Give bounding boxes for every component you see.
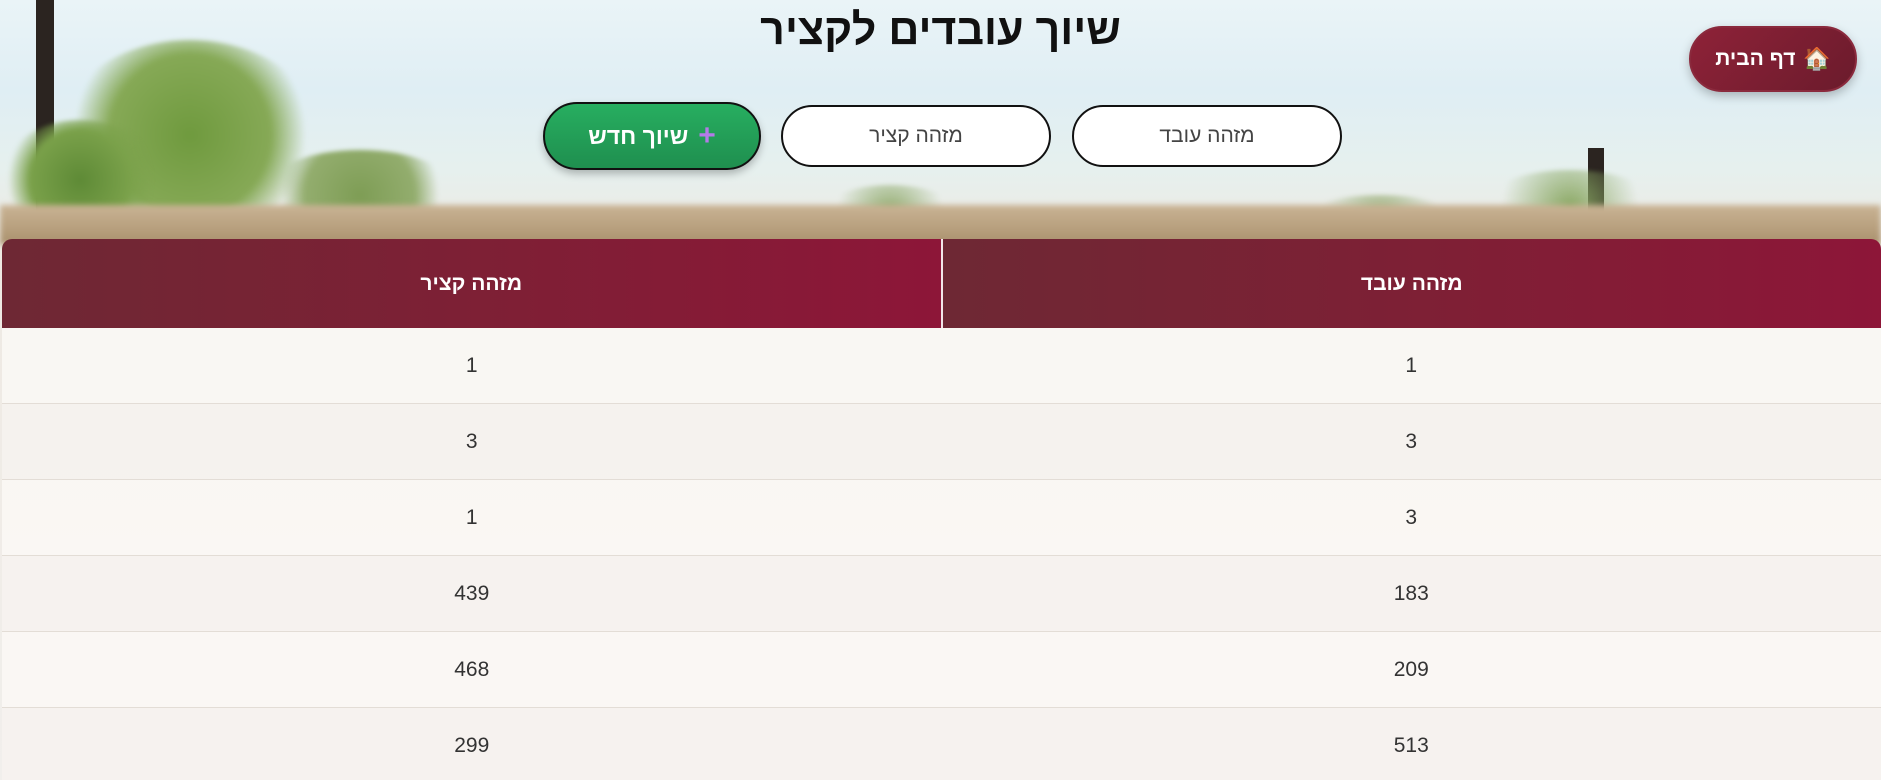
worker-id-cell: 3 <box>941 403 1881 480</box>
worker-id-cell: 183 <box>941 555 1881 632</box>
table-row[interactable]: 3 1 <box>2 479 1881 556</box>
home-button-label: דף הבית <box>1715 47 1796 70</box>
table-row[interactable]: 183 439 <box>2 555 1881 632</box>
assignments-table: מזהה עובד מזהה קציר 1 1 3 3 3 1 183 439 … <box>2 239 1881 780</box>
harvest-id-cell: 3 <box>2 403 942 480</box>
table-row[interactable]: 513 299 <box>2 707 1881 780</box>
table-header-row: מזהה עובד מזהה קציר <box>2 239 1881 328</box>
worker-id-cell: 1 <box>941 328 1881 404</box>
harvest-id-cell: 439 <box>2 555 942 632</box>
home-button[interactable]: 🏠 דף הבית <box>1689 26 1857 92</box>
worker-id-cell: 209 <box>941 631 1881 708</box>
new-assignment-button[interactable]: + שיוך חדש <box>543 102 761 170</box>
worker-id-cell: 513 <box>941 707 1881 780</box>
table-row[interactable]: 1 1 <box>2 328 1881 404</box>
harvest-id-cell: 468 <box>2 631 942 708</box>
table-row[interactable]: 3 3 <box>2 403 1881 480</box>
column-header-harvest-id[interactable]: מזהה קציר <box>2 239 942 328</box>
page-title: שיוך עובדים לקציר <box>760 6 1121 54</box>
harvest-id-cell: 1 <box>2 479 942 556</box>
worker-id-cell: 3 <box>941 479 1881 556</box>
harvest-id-cell: 299 <box>2 707 942 780</box>
new-assignment-label: שיוך חדש <box>588 122 689 149</box>
plus-icon: + <box>698 119 716 152</box>
page: שיוך עובדים לקציר 🏠 דף הבית + שיוך חדש מ… <box>0 0 1881 780</box>
worker-id-filter-input[interactable] <box>1072 105 1342 167</box>
house-icon: 🏠 <box>1803 46 1831 71</box>
table-row[interactable]: 209 468 <box>2 631 1881 708</box>
harvest-id-filter-input[interactable] <box>781 105 1051 167</box>
column-header-worker-id[interactable]: מזהה עובד <box>940 239 1881 328</box>
harvest-id-cell: 1 <box>2 328 942 404</box>
